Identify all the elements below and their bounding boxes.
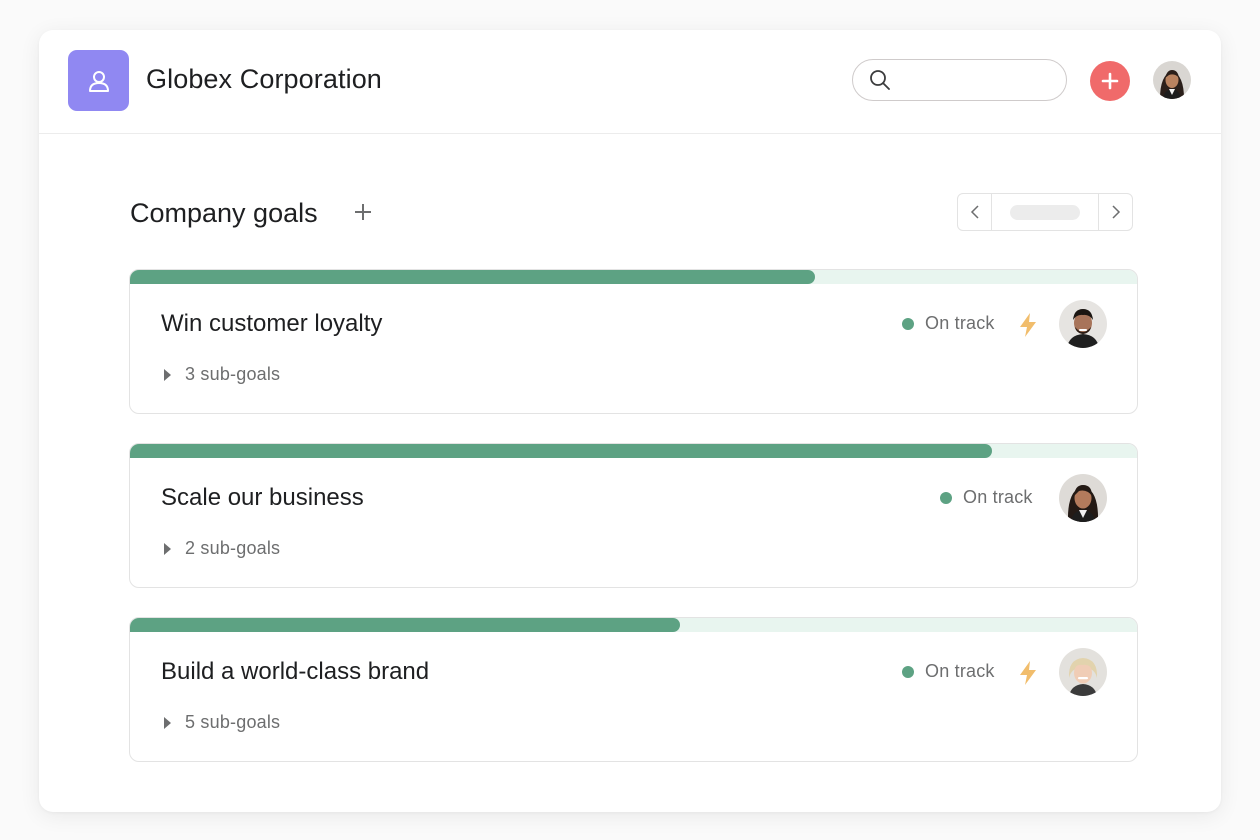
plus-icon	[355, 204, 371, 220]
progress-track	[130, 444, 1137, 458]
progress-fill	[130, 618, 680, 632]
search-input[interactable]	[901, 71, 1061, 89]
plus-icon	[1101, 72, 1119, 90]
period-placeholder	[1010, 204, 1080, 220]
man-dark-hair-avatar[interactable]	[1059, 300, 1107, 348]
goal-title[interactable]: Build a world-class brand	[161, 658, 429, 686]
subgoals-toggle[interactable]: 2 sub-goals	[164, 538, 280, 559]
subgoals-count: 5 sub-goals	[185, 712, 281, 732]
subgoals-count: 3 sub-goals	[185, 364, 281, 384]
goal-title[interactable]: Win customer loyalty	[161, 310, 382, 338]
status-dot-icon	[902, 317, 914, 330]
lightning-bolt-icon	[1020, 313, 1036, 337]
user-avatar[interactable]	[1153, 61, 1191, 99]
status-badge[interactable]: On track	[902, 313, 995, 334]
app-window: Globex Corporation Company goals Win cus…	[39, 30, 1221, 812]
status-badge[interactable]: On track	[902, 661, 995, 682]
top-bar: Globex Corporation	[39, 30, 1221, 134]
progress-track	[130, 270, 1137, 284]
subgoals-toggle[interactable]: 3 sub-goals	[164, 364, 280, 385]
add-button[interactable]	[1090, 61, 1130, 101]
caret-right-icon	[164, 716, 171, 729]
search-box[interactable]	[852, 59, 1067, 101]
previous-button[interactable]	[958, 194, 992, 230]
status-badge[interactable]: On track	[940, 487, 1033, 508]
status-dot-icon	[940, 491, 952, 504]
caret-right-icon	[164, 368, 171, 381]
period-label[interactable]	[992, 194, 1098, 230]
subgoals-toggle[interactable]: 5 sub-goals	[164, 712, 280, 733]
org-name: Globex Corporation	[146, 64, 382, 94]
woman-blonde-hair-avatar[interactable]	[1059, 648, 1107, 696]
woman-dark-hair-avatar[interactable]	[1059, 474, 1107, 522]
time-period-pager	[957, 193, 1133, 231]
caret-right-icon	[164, 542, 171, 555]
subgoals-count: 2 sub-goals	[185, 538, 281, 558]
goal-card[interactable]: Build a world-class brand 5 sub-goals On…	[129, 617, 1138, 762]
section-title: Company goals	[130, 198, 318, 228]
status-label: On track	[925, 313, 995, 333]
add-goal-button[interactable]	[351, 200, 375, 224]
org-logo[interactable]	[68, 50, 129, 111]
status-dot-icon	[902, 665, 914, 678]
goal-card[interactable]: Scale our business 2 sub-goals On track	[129, 443, 1138, 588]
chevron-left-icon	[970, 205, 979, 219]
chevron-right-icon	[1111, 205, 1120, 219]
goal-card[interactable]: Win customer loyalty 3 sub-goals On trac…	[129, 269, 1138, 414]
progress-track	[130, 618, 1137, 632]
next-button[interactable]	[1098, 194, 1132, 230]
progress-fill	[130, 270, 815, 284]
status-label: On track	[925, 661, 995, 681]
person-outline-icon	[88, 70, 109, 92]
search-icon	[870, 70, 890, 90]
status-label: On track	[963, 487, 1033, 507]
lightning-bolt-icon	[1020, 661, 1036, 685]
goal-title[interactable]: Scale our business	[161, 484, 364, 512]
progress-fill	[130, 444, 992, 458]
